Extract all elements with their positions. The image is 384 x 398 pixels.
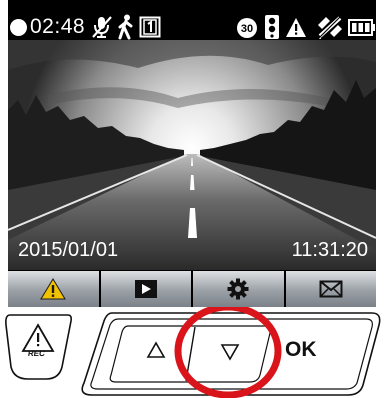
menu-bar — [8, 271, 376, 307]
battery-icon — [348, 19, 375, 36]
ok-button[interactable] — [272, 321, 370, 389]
mail-icon — [319, 280, 343, 298]
recording-time: 11:31:20 — [291, 239, 368, 261]
status-bar: 02:48 30 — [8, 0, 376, 40]
warning-icon — [40, 278, 67, 300]
status-time: 02:48 — [30, 15, 86, 38]
menu-item-playback[interactable] — [100, 271, 191, 307]
pedestrian-icon — [118, 14, 133, 40]
card-1-icon — [139, 16, 161, 38]
hardware-buttons: REC OK — [0, 307, 384, 398]
up-button[interactable] — [112, 326, 190, 382]
down-button[interactable] — [192, 326, 268, 382]
recording-date: 2015/01/01 — [18, 239, 119, 261]
rec-button[interactable] — [6, 315, 72, 379]
mute-mic-icon — [92, 16, 112, 38]
road-scene-image — [8, 40, 376, 270]
svg-text:30: 30 — [241, 23, 253, 35]
record-indicator-icon — [10, 19, 27, 36]
camera-view — [8, 40, 376, 270]
traffic-light-icon — [265, 15, 279, 39]
warning-icon — [286, 18, 306, 37]
menu-item-warning[interactable] — [8, 271, 99, 307]
gear-icon — [227, 278, 249, 300]
gps-satellite-icon — [318, 16, 342, 40]
playback-icon — [134, 280, 157, 298]
device-screen: 02:48 30 2015/01/01 11:31:20 — [8, 0, 376, 307]
30-fps-icon: 30 — [237, 18, 257, 38]
menu-item-mail[interactable] — [285, 271, 376, 307]
menu-item-settings[interactable] — [193, 271, 284, 307]
